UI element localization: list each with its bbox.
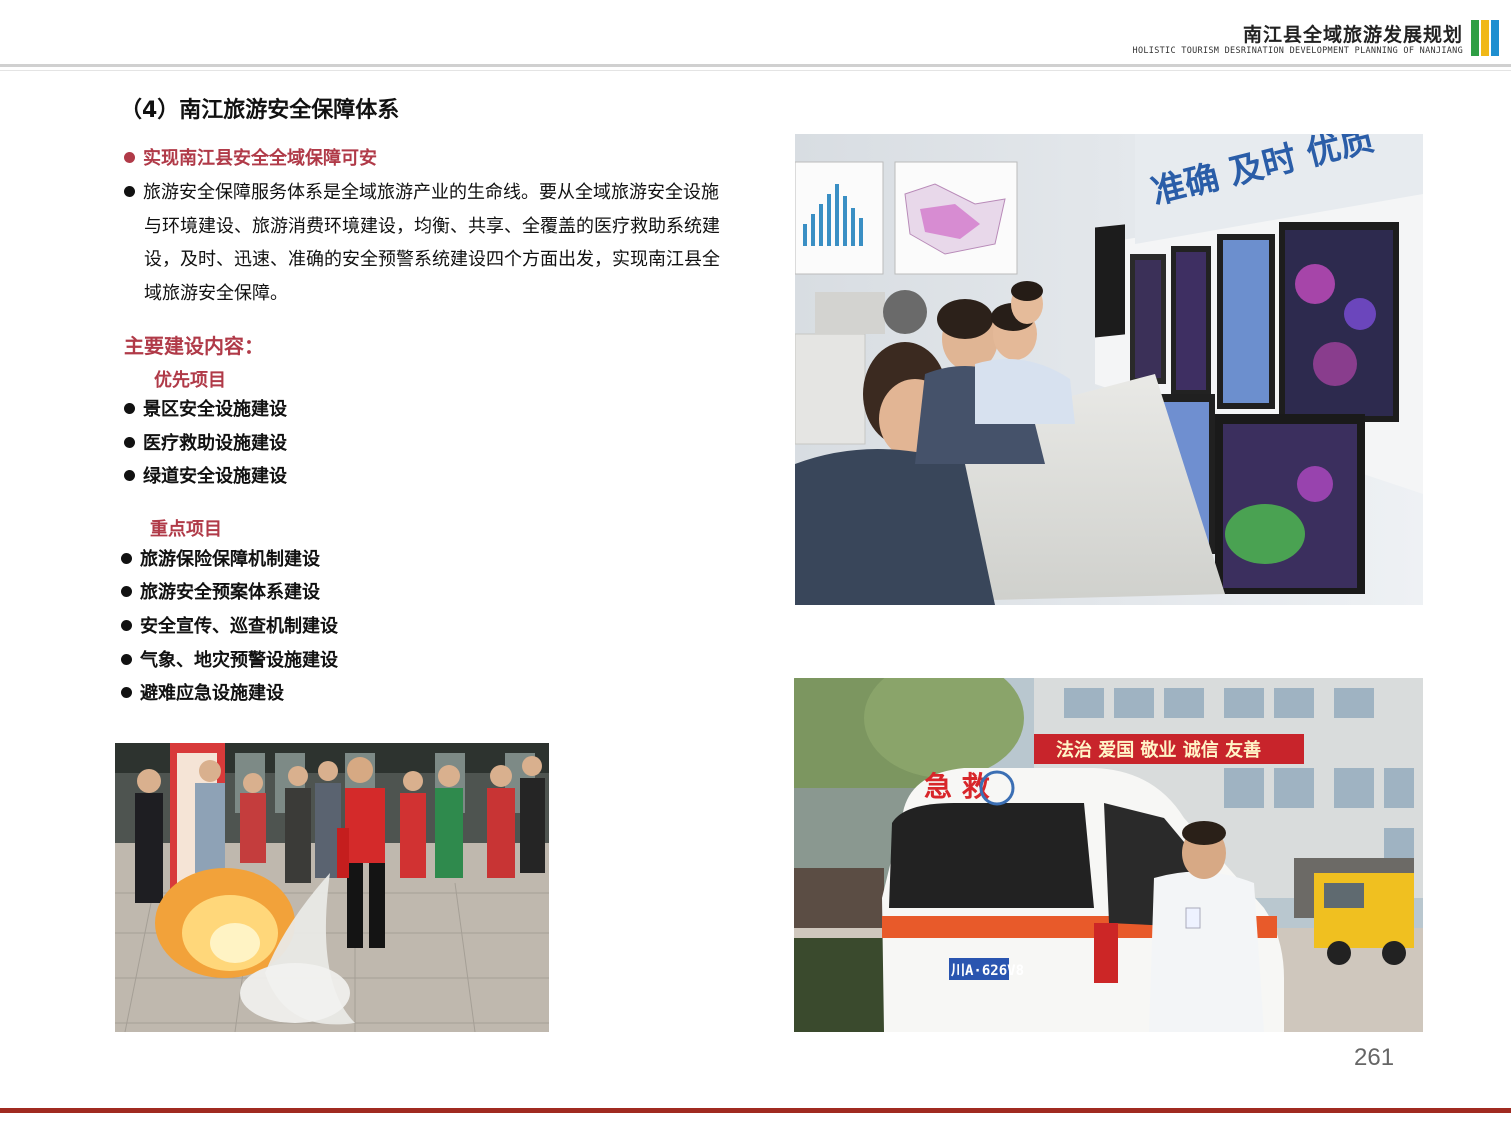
building-banner: 法治 爱国 敬业 诚信 友善 [1056, 739, 1261, 761]
bullet-icon [121, 653, 132, 665]
paragraph-line-3: 设，及时、迅速、准确的安全预警系统建设四个方面出发，实现南江县全 [144, 249, 720, 270]
highlight-item: 实现南江县安全全域保障可安 [124, 142, 377, 176]
paragraph-line-2: 与环境建设、旅游消费环境建设，均衡、共享、全覆盖的医疗救助系统建 [144, 216, 720, 237]
list-item: 气象、地灾预警设施建设 [121, 644, 338, 678]
page-number: 261 [1354, 1044, 1395, 1071]
list-item: 绿道安全设施建设 [124, 460, 287, 494]
fire-drill-illustration [115, 743, 549, 1032]
paragraph-line-1: 旅游安全保障服务体系是全域旅游产业的生命线。要从全域旅游安全设施 [143, 182, 719, 203]
license-plate: 川A·626V8 [950, 963, 1024, 979]
list-item: 医疗救助设施建设 [124, 427, 287, 461]
header-divider [0, 64, 1511, 67]
paragraph-first-line: 旅游安全保障服务体系是全域旅游产业的生命线。要从全域旅游安全设施 [124, 176, 719, 210]
highlight-text: 实现南江县安全全域保障可安 [143, 148, 377, 169]
brand-logo [1471, 20, 1501, 56]
header-divider-thin [0, 70, 1511, 71]
bullet-icon [121, 552, 132, 564]
bullet-icon [121, 619, 132, 631]
bullet-icon [124, 469, 135, 481]
control-room-photo: 准确 及时 优质 [795, 134, 1423, 605]
paragraph-line-4: 域旅游安全保障。 [144, 283, 288, 304]
bullet-icon [121, 585, 132, 597]
document-subtitle: HOLISTIC TOURISM DESRINATION DEVELOPMENT… [1132, 46, 1463, 56]
key-label: 重点项目 [150, 519, 222, 540]
key-item-3: 安全宣传、巡查机制建设 [140, 616, 338, 637]
bullet-icon [124, 185, 135, 197]
key-item-5: 避难应急设施建设 [140, 683, 284, 704]
list-item: 安全宣传、巡查机制建设 [121, 610, 338, 644]
ambulance-illustration: 法治 爱国 敬业 诚信 友善 急 救 川A·626V8 [794, 678, 1423, 1032]
section-title: （4）南江旅游安全保障体系 [120, 98, 400, 123]
logo-bar-blue [1491, 20, 1499, 56]
logo-bar-green [1471, 20, 1479, 56]
key-item-1: 旅游保险保障机制建设 [140, 549, 320, 570]
bullet-icon [124, 436, 135, 448]
bullet-icon [124, 402, 135, 414]
control-room-illustration: 准确 及时 优质 [795, 134, 1423, 605]
list-item: 旅游保险保障机制建设 [121, 543, 320, 577]
list-item: 避难应急设施建设 [121, 677, 284, 711]
list-item: 旅游安全预案体系建设 [121, 576, 320, 610]
logo-bar-yellow [1481, 20, 1489, 56]
ambulance-photo: 法治 爱国 敬业 诚信 友善 急 救 川A·626V8 [794, 678, 1423, 1032]
document-title: 南江县全域旅游发展规划 [1242, 24, 1463, 46]
fire-drill-photo [115, 743, 549, 1032]
priority-item-1: 景区安全设施建设 [143, 399, 287, 420]
priority-item-2: 医疗救助设施建设 [143, 433, 287, 454]
main-content-heading: 主要建设内容： [124, 334, 264, 358]
key-item-4: 气象、地灾预警设施建设 [140, 650, 338, 671]
priority-label: 优先项目 [154, 370, 226, 391]
bullet-icon [121, 686, 132, 698]
priority-item-3: 绿道安全设施建设 [143, 466, 287, 487]
list-item: 景区安全设施建设 [124, 393, 287, 427]
key-item-2: 旅游安全预案体系建设 [140, 582, 320, 603]
footer-divider [0, 1108, 1511, 1113]
bullet-icon [124, 151, 135, 163]
